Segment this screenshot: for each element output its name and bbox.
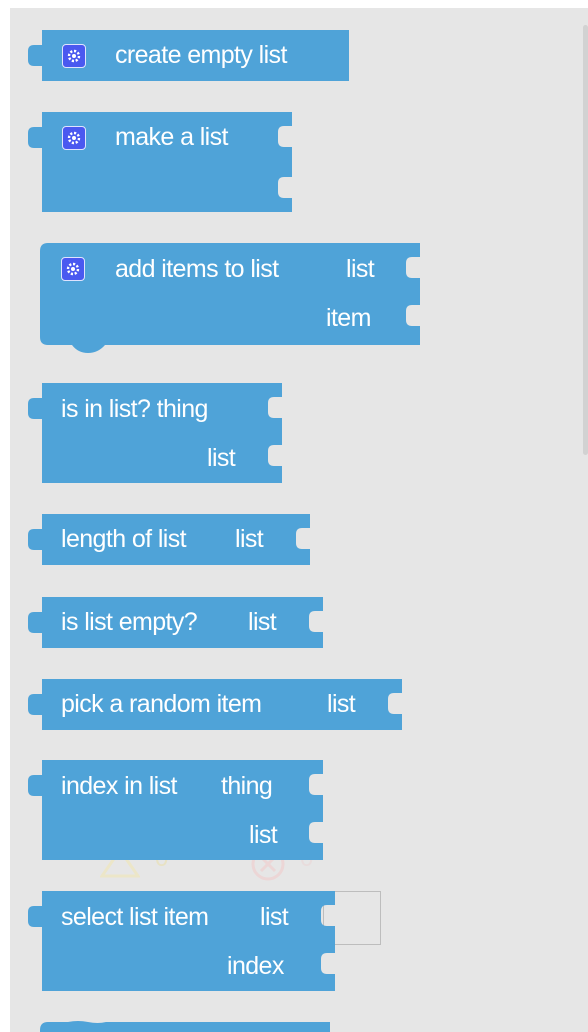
block-is-in-list[interactable]: is in list? thing list — [22, 383, 287, 485]
block-label: index in list — [61, 772, 177, 800]
gear-icon[interactable] — [61, 257, 85, 281]
socket-label-list: list — [248, 608, 277, 636]
socket-label-thing: thing — [221, 772, 273, 800]
block-length-of-list[interactable]: length of list list — [22, 514, 312, 566]
block-partial-bottom[interactable] — [40, 1021, 332, 1032]
gear-icon[interactable] — [62, 44, 86, 68]
block-label: pick a random item — [61, 690, 262, 718]
block-label: add items to list — [115, 255, 279, 283]
socket-label-list: list — [346, 255, 375, 283]
block-index-in-list[interactable]: index in list thing list — [22, 760, 327, 862]
block-make-a-list[interactable]: make a list — [22, 112, 302, 214]
block-create-empty-list[interactable]: create empty list — [22, 30, 352, 82]
block-label: select list item — [61, 903, 209, 931]
socket-label-item: item — [326, 304, 371, 332]
socket-label-list: list — [249, 821, 278, 849]
block-label: length of list — [61, 525, 187, 553]
block-shape — [40, 1021, 330, 1032]
flyout-scrollbar[interactable] — [583, 25, 588, 455]
gear-icon[interactable] — [62, 126, 86, 150]
socket-label-list: list — [327, 690, 356, 718]
socket-label-index: index — [227, 952, 284, 980]
socket-label-list: list — [207, 444, 236, 472]
block-select-list-item[interactable]: select list item list index — [22, 891, 340, 993]
block-label: make a list — [115, 123, 228, 151]
block-pick-random-item[interactable]: pick a random item list — [22, 679, 404, 731]
socket-label-list: list — [235, 525, 264, 553]
block-label: is in list? thing — [61, 395, 208, 423]
block-is-list-empty[interactable]: is list empty? list — [22, 597, 327, 649]
block-label: create empty list — [115, 41, 287, 69]
socket-label-list: list — [260, 903, 289, 931]
block-label: is list empty? — [61, 608, 198, 636]
block-add-items-to-list[interactable]: add items to list list item — [40, 243, 422, 355]
